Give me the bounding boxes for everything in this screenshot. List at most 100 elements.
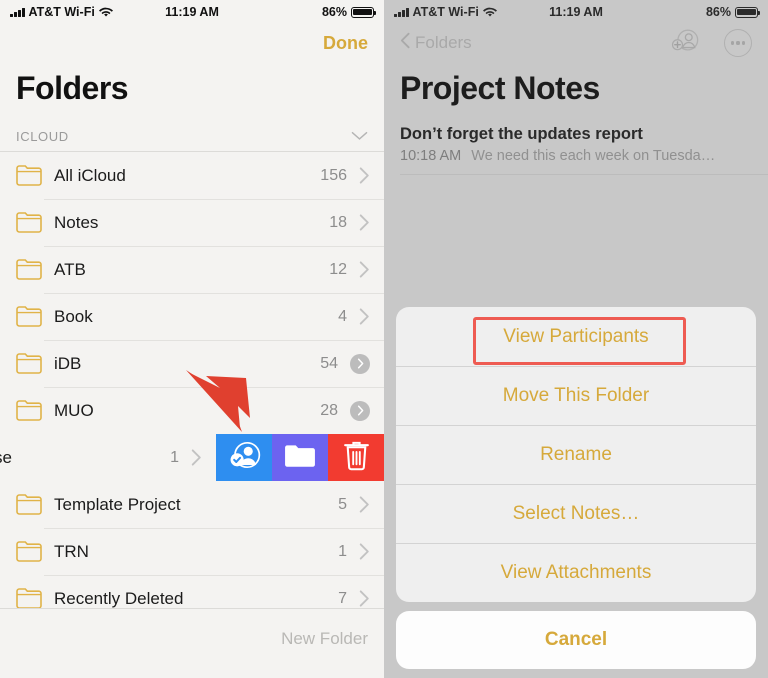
folder-icon <box>16 353 42 374</box>
folder-count: 7 <box>338 589 347 607</box>
folder-count: 5 <box>338 495 347 513</box>
folder-icon <box>16 588 42 609</box>
folder-count: 28 <box>320 401 338 419</box>
more-ellipsis-icon[interactable] <box>724 29 752 57</box>
chevron-right-circle-icon <box>350 353 370 374</box>
table-row-swiped[interactable]: se 1 <box>0 434 384 481</box>
section-label: ICLOUD <box>16 128 69 144</box>
status-bar-right-group: 86% <box>321 5 377 19</box>
note-divider <box>400 174 768 175</box>
folder-list-lower: Template Project 5 TRN 1 Recently Deleted 7 <box>0 481 384 622</box>
person-check-icon <box>226 440 262 475</box>
folder-icon <box>16 494 42 515</box>
table-row[interactable]: Template Project 5 <box>0 481 384 528</box>
action-sheet-item-3[interactable]: Select Notes… <box>396 484 756 543</box>
note-list-item[interactable]: Don’t forget the updates report 10:18 AM… <box>384 121 768 174</box>
folder-count: 54 <box>320 354 338 372</box>
table-row[interactable]: MUO 28 <box>0 387 384 434</box>
folder-icon <box>16 306 42 327</box>
icloud-section-header[interactable]: ICLOUD <box>0 121 384 151</box>
battery-icon <box>735 6 761 18</box>
action-sheet-item-1[interactable]: Move This Folder <box>396 366 756 425</box>
screenshot-root: AT&T Wi-Fi 11:19 AM 86% Done Folders ICL… <box>0 0 768 678</box>
folders-navbar: Done <box>0 24 384 62</box>
action-sheet-item-0[interactable]: View Participants <box>396 307 756 366</box>
ellipsis-dots <box>730 41 746 45</box>
folders-panel: AT&T Wi-Fi 11:19 AM 86% Done Folders ICL… <box>0 0 384 678</box>
folder-count: 12 <box>329 260 347 278</box>
add-person-icon[interactable] <box>670 28 700 58</box>
folders-footer: New Folder <box>0 608 384 678</box>
action-sheet-item-2[interactable]: Rename <box>396 425 756 484</box>
table-row[interactable]: ATB 12 <box>0 246 384 293</box>
folder-count: 1 <box>338 542 347 560</box>
folder-count: 18 <box>329 213 347 231</box>
chevron-right-icon <box>359 214 370 231</box>
folder-icon <box>16 400 42 421</box>
note-title: Don’t forget the updates report <box>400 125 643 143</box>
notes-nav-actions <box>670 28 752 58</box>
folder-count: 156 <box>320 166 347 184</box>
status-bar-left: AT&T Wi-Fi 11:19 AM 86% <box>0 0 384 24</box>
folder-name: Template Project <box>54 494 181 514</box>
new-folder-button[interactable]: New Folder <box>281 629 368 649</box>
chevron-right-icon <box>359 496 370 513</box>
swipe-action-buttons <box>216 434 384 481</box>
folder-name: All iCloud <box>54 165 126 185</box>
table-row[interactable]: All iCloud 156 <box>0 152 384 199</box>
chevron-right-icon <box>359 261 370 278</box>
share-folder-action[interactable] <box>216 434 272 481</box>
folder-name: TRN <box>54 541 89 561</box>
folder-icon <box>16 165 42 186</box>
chevron-right-icon <box>191 449 202 466</box>
delete-folder-action[interactable] <box>328 434 384 481</box>
folder-count: 4 <box>338 307 347 325</box>
notes-navbar: Folders <box>384 24 768 62</box>
swiped-row-content[interactable]: se 1 <box>0 434 216 481</box>
back-label: Folders <box>415 33 472 52</box>
chevron-right-circle-icon <box>350 400 370 421</box>
back-to-folders-button[interactable]: Folders <box>400 32 472 54</box>
status-bar-right-group: 86% <box>705 5 761 19</box>
trash-icon <box>343 440 370 476</box>
folder-icon <box>284 442 316 473</box>
folder-name: Notes <box>54 212 99 232</box>
table-row[interactable]: Notes 18 <box>0 199 384 246</box>
project-notes-panel: AT&T Wi-Fi 11:19 AM 86% Folders Project … <box>384 0 768 678</box>
folder-name: Recently Deleted <box>54 588 184 608</box>
table-row[interactable]: TRN 1 <box>0 528 384 575</box>
notes-page-title: Project Notes <box>400 70 600 106</box>
chevron-down-icon[interactable] <box>351 129 368 144</box>
table-row[interactable]: iDB 54 <box>0 340 384 387</box>
status-bar-right: AT&T Wi-Fi 11:19 AM 86% <box>384 0 768 24</box>
action-sheet-item-4[interactable]: View Attachments <box>396 543 756 602</box>
battery-percent-label: 86% <box>321 5 347 19</box>
battery-icon <box>351 6 377 18</box>
folder-list: All iCloud 156 Notes 18 ATB 12 Book 4 iDB 54 MUO 28 <box>0 151 384 434</box>
swiped-row-label: se <box>0 447 12 467</box>
folder-name: MUO <box>54 400 94 420</box>
swiped-row-count: 1 <box>170 448 179 466</box>
folder-name: Book <box>54 306 93 326</box>
note-preview: We need this each week on Tuesda… <box>471 148 716 164</box>
page-title: Folders <box>16 70 129 106</box>
done-button[interactable]: Done <box>323 33 368 54</box>
folder-name: iDB <box>54 353 82 373</box>
note-meta: 10:18 AM We need this each week on Tuesd… <box>400 148 752 164</box>
action-sheet-items: View Participants Move This Folder Rename S… <box>396 307 756 602</box>
action-sheet: View Participants Move This Folder Rename S… <box>396 307 756 678</box>
chevron-right-icon <box>359 543 370 560</box>
table-row[interactable]: Book 4 <box>0 293 384 340</box>
cancel-button[interactable]: Cancel <box>396 611 756 669</box>
chevron-left-icon <box>400 32 410 54</box>
move-folder-action[interactable] <box>272 434 328 481</box>
folder-icon <box>16 541 42 562</box>
chevron-right-icon <box>359 590 370 607</box>
chevron-right-icon <box>359 308 370 325</box>
battery-percent-label: 86% <box>705 5 731 19</box>
note-time: 10:18 AM <box>400 148 462 164</box>
chevron-right-icon <box>359 167 370 184</box>
folder-name: ATB <box>54 259 86 279</box>
folder-icon <box>16 259 42 280</box>
folder-icon <box>16 212 42 233</box>
